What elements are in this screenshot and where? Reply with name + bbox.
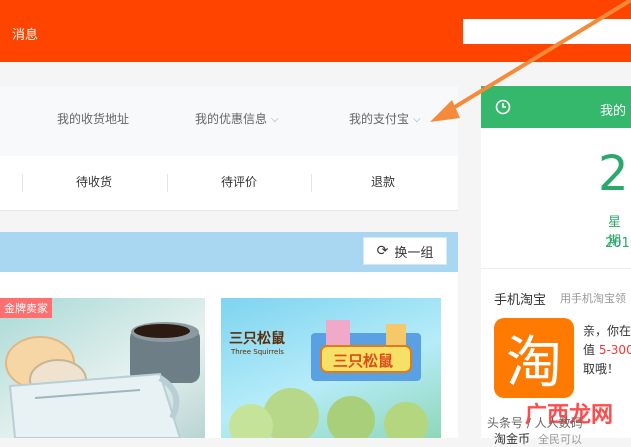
search-input[interactable]	[463, 19, 631, 44]
mobile-taobao-title[interactable]: 手机淘宝	[494, 289, 546, 308]
mobile-taobao-subtitle: 用手机淘宝领	[560, 292, 626, 305]
clock-icon	[495, 99, 511, 115]
order-tabs: 待收货 待评价 退款	[0, 156, 458, 209]
refresh-label: 换一组	[394, 245, 434, 261]
alipay-link[interactable]: 我的支付宝 ⌵	[349, 110, 421, 127]
brand-title-banner: 三只松鼠	[333, 352, 394, 370]
squirrels-image	[229, 320, 428, 438]
address-link-label: 我的收货地址	[57, 112, 130, 126]
promo-line-2-prefix: 值	[583, 343, 599, 357]
tab-separator	[22, 174, 23, 192]
clock-title: 我的	[600, 104, 627, 119]
product-card-squirrels[interactable]: 三只松鼠 Three Squirrels 三只松鼠	[221, 298, 441, 438]
messages-link[interactable]: 消息	[12, 24, 38, 43]
product-card-kitchen[interactable]: 金牌卖家	[0, 298, 205, 438]
tab-to-receive[interactable]: 待收货	[76, 156, 112, 209]
promo-line-3: 取哦！	[583, 362, 620, 376]
tab-to-review[interactable]: 待评价	[221, 156, 257, 209]
promo-line-2: 值 5-300	[583, 341, 631, 358]
taobao-app-icon[interactable]: 淘	[494, 318, 574, 398]
chevron-down-icon: ⌵	[413, 114, 421, 125]
coupons-link[interactable]: 我的优惠信息 ⌵	[195, 110, 279, 127]
clock-header: 我的	[481, 86, 631, 128]
brand-logo-text: 三只松鼠	[229, 331, 285, 347]
promo-line-1: 亲，你在	[583, 324, 631, 338]
account-links-row: 我的收货地址 我的优惠信息 ⌵ 我的支付宝 ⌵	[0, 86, 458, 157]
gold-seller-badge: 金牌卖家	[0, 298, 52, 318]
sidebar-divider	[481, 268, 631, 269]
address-link[interactable]: 我的收货地址	[57, 110, 129, 127]
gold-coin-title[interactable]: 淘金币	[494, 430, 530, 447]
tab-refund[interactable]: 退款	[371, 156, 395, 209]
kitchen-image	[5, 322, 200, 438]
watermark-subtext: 头条号 / 人人数码	[487, 416, 583, 430]
brand-logo-sub: Three Squirrels	[231, 348, 284, 356]
tab-separator	[167, 174, 168, 192]
tab-separator	[311, 174, 312, 192]
chevron-down-icon: ⌵	[271, 114, 279, 125]
coupons-link-label: 我的优惠信息	[195, 112, 268, 126]
gold-coin-sub: 全民可以	[538, 433, 582, 446]
alipay-link-label: 我的支付宝	[349, 112, 410, 126]
refresh-button[interactable]: ⟳ 换一组	[363, 237, 447, 265]
promo-value: 5-300	[598, 343, 631, 357]
refresh-icon: ⟳	[376, 243, 389, 259]
calendar-year: 2016	[605, 236, 631, 251]
calendar-day: 2	[598, 146, 629, 202]
